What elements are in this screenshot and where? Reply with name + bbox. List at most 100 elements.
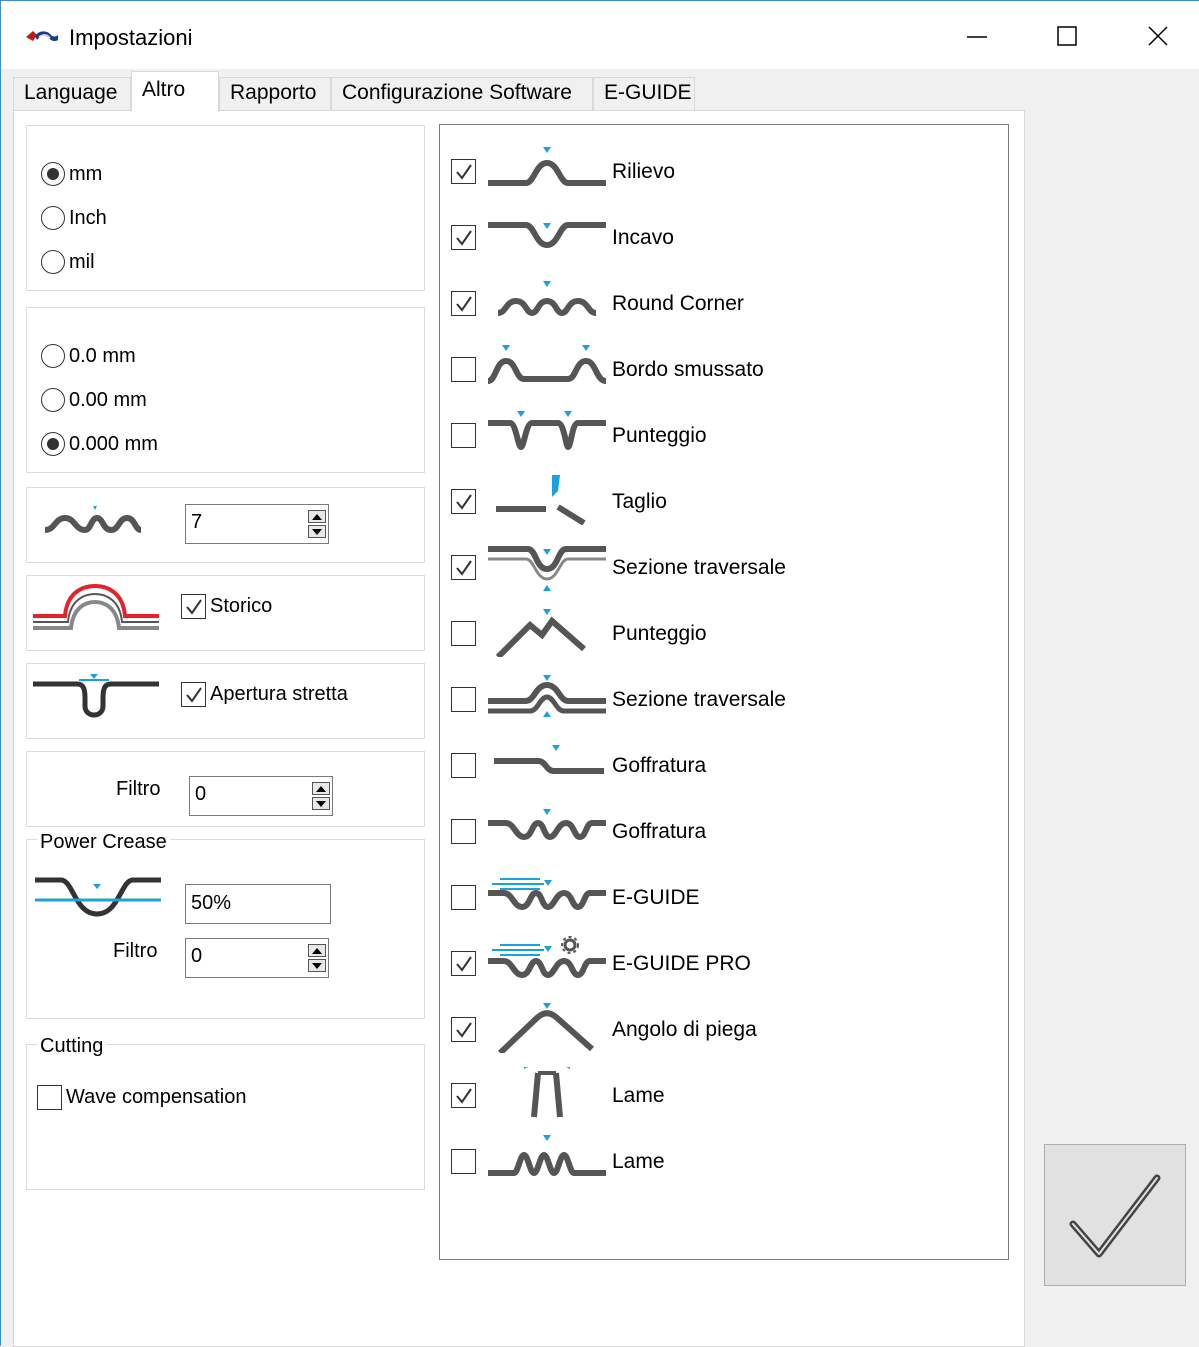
bump-up-icon <box>488 147 606 186</box>
bend-angle-icon <box>497 1003 594 1053</box>
tool-checkbox[interactable] <box>451 489 476 514</box>
tab-language[interactable]: Language <box>13 77 131 111</box>
close-button[interactable] <box>1128 11 1188 61</box>
list-item[interactable]: Goffratura <box>440 727 1010 789</box>
double-bump-icon <box>487 345 607 384</box>
tool-checkbox[interactable] <box>451 1149 476 1174</box>
tool-checkbox[interactable] <box>451 819 476 844</box>
step-emboss-icon <box>494 745 604 774</box>
apertura-group: Apertura stretta <box>26 663 425 739</box>
cutting-title: Cutting <box>37 1035 107 1058</box>
tool-label: Round Corner <box>612 292 744 315</box>
list-item[interactable]: Punteggio <box>440 595 1010 657</box>
precision-1-label: 0.0 mm <box>69 344 136 367</box>
blade-pair-icon <box>524 1067 570 1118</box>
list-item[interactable]: Rilievo <box>440 133 1010 195</box>
filter-stepper[interactable]: 0 <box>189 776 333 816</box>
tool-label: Punteggio <box>612 424 707 447</box>
power-crease-percent-input[interactable]: 50% <box>185 884 331 924</box>
tool-checkbox[interactable] <box>451 423 476 448</box>
list-item[interactable]: Sezione traversale <box>440 529 1010 591</box>
power-crease-filter-stepper[interactable]: 0 <box>185 938 329 978</box>
list-item[interactable]: Sezione traversale <box>440 661 1010 723</box>
tool-checkbox[interactable] <box>451 1017 476 1042</box>
tool-label: Angolo di piega <box>612 1018 757 1041</box>
apertura-check[interactable] <box>181 682 206 707</box>
settings-window: Impostazioni Language Altro Rapporto Con… <box>0 0 1199 1347</box>
confirm-button[interactable] <box>1044 1144 1186 1286</box>
unit-mm-label: mm <box>69 162 103 185</box>
history-bump-icon <box>33 583 159 630</box>
tool-checkbox[interactable] <box>451 159 476 184</box>
tab-configurazione-software[interactable]: Configurazione Software <box>331 77 593 111</box>
stepper-up-icon[interactable] <box>308 944 326 957</box>
cut-blade-icon <box>496 475 586 525</box>
double-v-icon <box>488 411 606 451</box>
precision-2-radio[interactable]: 0.00 mm <box>41 388 147 412</box>
stepper-up-icon[interactable] <box>308 510 326 523</box>
tool-checkbox[interactable] <box>451 621 476 646</box>
tool-label: Goffratura <box>612 820 707 843</box>
stepper-up-icon[interactable] <box>312 782 330 795</box>
tab-e-guide[interactable]: E-GUIDE <box>593 77 695 111</box>
list-item[interactable]: Goffratura <box>440 793 1010 855</box>
storico-check[interactable] <box>181 594 206 619</box>
tools-list[interactable]: Rilievo Incavo Round Corner Bordo smussa… <box>439 124 1009 1260</box>
unit-mil-radio[interactable]: mil <box>41 250 95 274</box>
list-item[interactable]: Angolo di piega <box>440 991 1010 1053</box>
tool-checkbox[interactable] <box>451 291 476 316</box>
minimize-icon <box>967 36 987 38</box>
list-item[interactable]: Incavo <box>440 199 1010 261</box>
close-icon <box>1148 26 1168 46</box>
unit-mil-label: mil <box>69 250 95 273</box>
list-item[interactable]: Round Corner <box>440 265 1010 327</box>
cross-section-down-icon <box>488 546 606 591</box>
narrow-opening-icon <box>33 674 159 718</box>
tool-label: Lame <box>612 1084 665 1107</box>
list-item[interactable]: E-GUIDE PRO <box>440 925 1010 987</box>
tool-label: E-GUIDE PRO <box>612 952 751 975</box>
tool-label: E-GUIDE <box>612 886 700 909</box>
list-item[interactable]: E-GUIDE <box>440 859 1010 921</box>
unit-inch-radio[interactable]: Inch <box>41 206 107 230</box>
tool-checkbox[interactable] <box>451 357 476 382</box>
list-item[interactable]: Punteggio <box>440 397 1010 459</box>
list-item[interactable]: Lame <box>440 1057 1010 1119</box>
tool-checkbox[interactable] <box>451 885 476 910</box>
bump-down-icon <box>488 222 606 249</box>
list-item[interactable]: Bordo smussato <box>440 331 1010 393</box>
apertura-checkbox[interactable]: Apertura stretta <box>181 682 348 707</box>
tab-altro[interactable]: Altro <box>131 71 219 112</box>
cutting-group: Cutting Wave compensation <box>26 1035 425 1190</box>
storico-checkbox[interactable]: Storico <box>181 594 272 619</box>
unit-mm-radio[interactable]: mm <box>41 162 102 186</box>
list-item[interactable]: Lame <box>440 1123 1010 1185</box>
tool-checkbox[interactable] <box>451 687 476 712</box>
stepper-down-icon[interactable] <box>312 797 330 810</box>
triple-wave-icon <box>497 281 597 317</box>
maximize-button[interactable] <box>1037 11 1097 61</box>
stepper-down-icon[interactable] <box>308 525 326 538</box>
wave-compensation-checkbox[interactable]: Wave compensation <box>37 1085 246 1110</box>
tool-checkbox[interactable] <box>451 225 476 250</box>
tool-label: Goffratura <box>612 754 707 777</box>
wave-compensation-label: Wave compensation <box>66 1086 247 1108</box>
wave-compensation-check[interactable] <box>37 1085 62 1110</box>
list-item[interactable]: Taglio <box>440 463 1010 525</box>
precision-1-radio[interactable]: 0.0 mm <box>41 344 136 368</box>
precision-2-label: 0.00 mm <box>69 388 147 411</box>
storico-label: Storico <box>210 595 273 617</box>
tab-rapporto[interactable]: Rapporto <box>219 77 331 111</box>
stepper-down-icon[interactable] <box>308 959 326 972</box>
tool-checkbox[interactable] <box>451 1083 476 1108</box>
round-corner-stepper[interactable]: 7 <box>185 504 329 544</box>
tool-label: Rilievo <box>612 160 676 183</box>
tool-checkbox[interactable] <box>451 555 476 580</box>
minimize-button[interactable] <box>947 11 1007 61</box>
tool-checkbox[interactable] <box>451 951 476 976</box>
tool-checkbox[interactable] <box>451 753 476 778</box>
tool-label: Taglio <box>612 490 667 513</box>
precision-3-radio[interactable]: 0.000 mm <box>41 432 158 456</box>
tool-label: Sezione traversale <box>612 556 786 579</box>
round-corner-wave-icon <box>44 506 142 534</box>
